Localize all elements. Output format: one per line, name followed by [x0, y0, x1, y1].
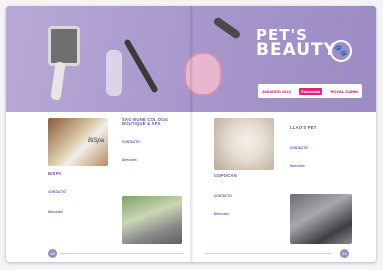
paw-icon: 🐾	[330, 40, 352, 62]
nail-clipper-image	[212, 16, 242, 40]
section-title: PET'S BEAUTY	[256, 28, 337, 60]
card-bispa-title: BISPA	[48, 171, 62, 176]
bispa-logo-text: BiSpa	[87, 138, 104, 144]
card-copocan-contact-label: CONTACTO	[214, 194, 232, 198]
card-sao-contact-label: CONTACTO	[122, 140, 140, 144]
photo-copocan-dog	[214, 118, 274, 170]
card-copocan-address-label: Dirección	[214, 212, 229, 216]
card-bispa-address-label: Dirección	[48, 210, 63, 214]
page-fold	[190, 6, 194, 262]
sponsor-eukanuba: Eukanuba	[299, 87, 323, 95]
card-sao: SAO BONE COL DOG BOUTIQUE & SPA CONTACTO…	[122, 117, 182, 162]
photo-lulus-cat	[290, 194, 352, 244]
magazine-spread: PET'S BEAUTY 🐾 ANUARIO 2023 Eukanuba ROY…	[6, 6, 376, 262]
card-copocan: COPOCAN CONTACTO Dirección	[214, 173, 274, 216]
card-sao-address-label: Dirección	[122, 158, 137, 162]
card-bispa-contact-label: CONTACTO	[48, 190, 66, 194]
footer-line-left	[60, 253, 184, 254]
card-lulus: LLAO'S PET CONTACTO Dirección	[290, 125, 352, 168]
card-lulus-contact-label: CONTACTO	[290, 146, 308, 150]
card-lulus-address-label: Dirección	[290, 164, 305, 168]
photo-bispa-dogs: BiSpa	[48, 118, 108, 166]
title-line-2: BEAUTY	[256, 40, 337, 60]
card-sao-title: SAO BONE COL DOG BOUTIQUE & SPA	[122, 117, 169, 126]
sponsor-royal-canin: ROYAL CANIN	[330, 88, 358, 94]
card-copocan-title: COPOCAN	[214, 173, 237, 178]
footer-line-right	[204, 253, 332, 254]
spray-bottle-image	[106, 50, 122, 96]
page-number-left: 48	[48, 249, 57, 258]
sponsor-anuario: ANUARIO 2023	[262, 88, 291, 94]
page-number-right: 49	[340, 249, 349, 258]
card-lulus-title: LLAO'S PET	[290, 125, 317, 130]
sponsor-bar: ANUARIO 2023 Eukanuba ROYAL CANIN	[258, 84, 362, 98]
photo-sao-dog	[122, 196, 182, 244]
brush-image	[48, 26, 80, 66]
brush-handle-image	[50, 61, 66, 101]
card-bispa: BISPA CONTACTO Dirección	[48, 171, 108, 214]
comb-image	[123, 38, 159, 94]
